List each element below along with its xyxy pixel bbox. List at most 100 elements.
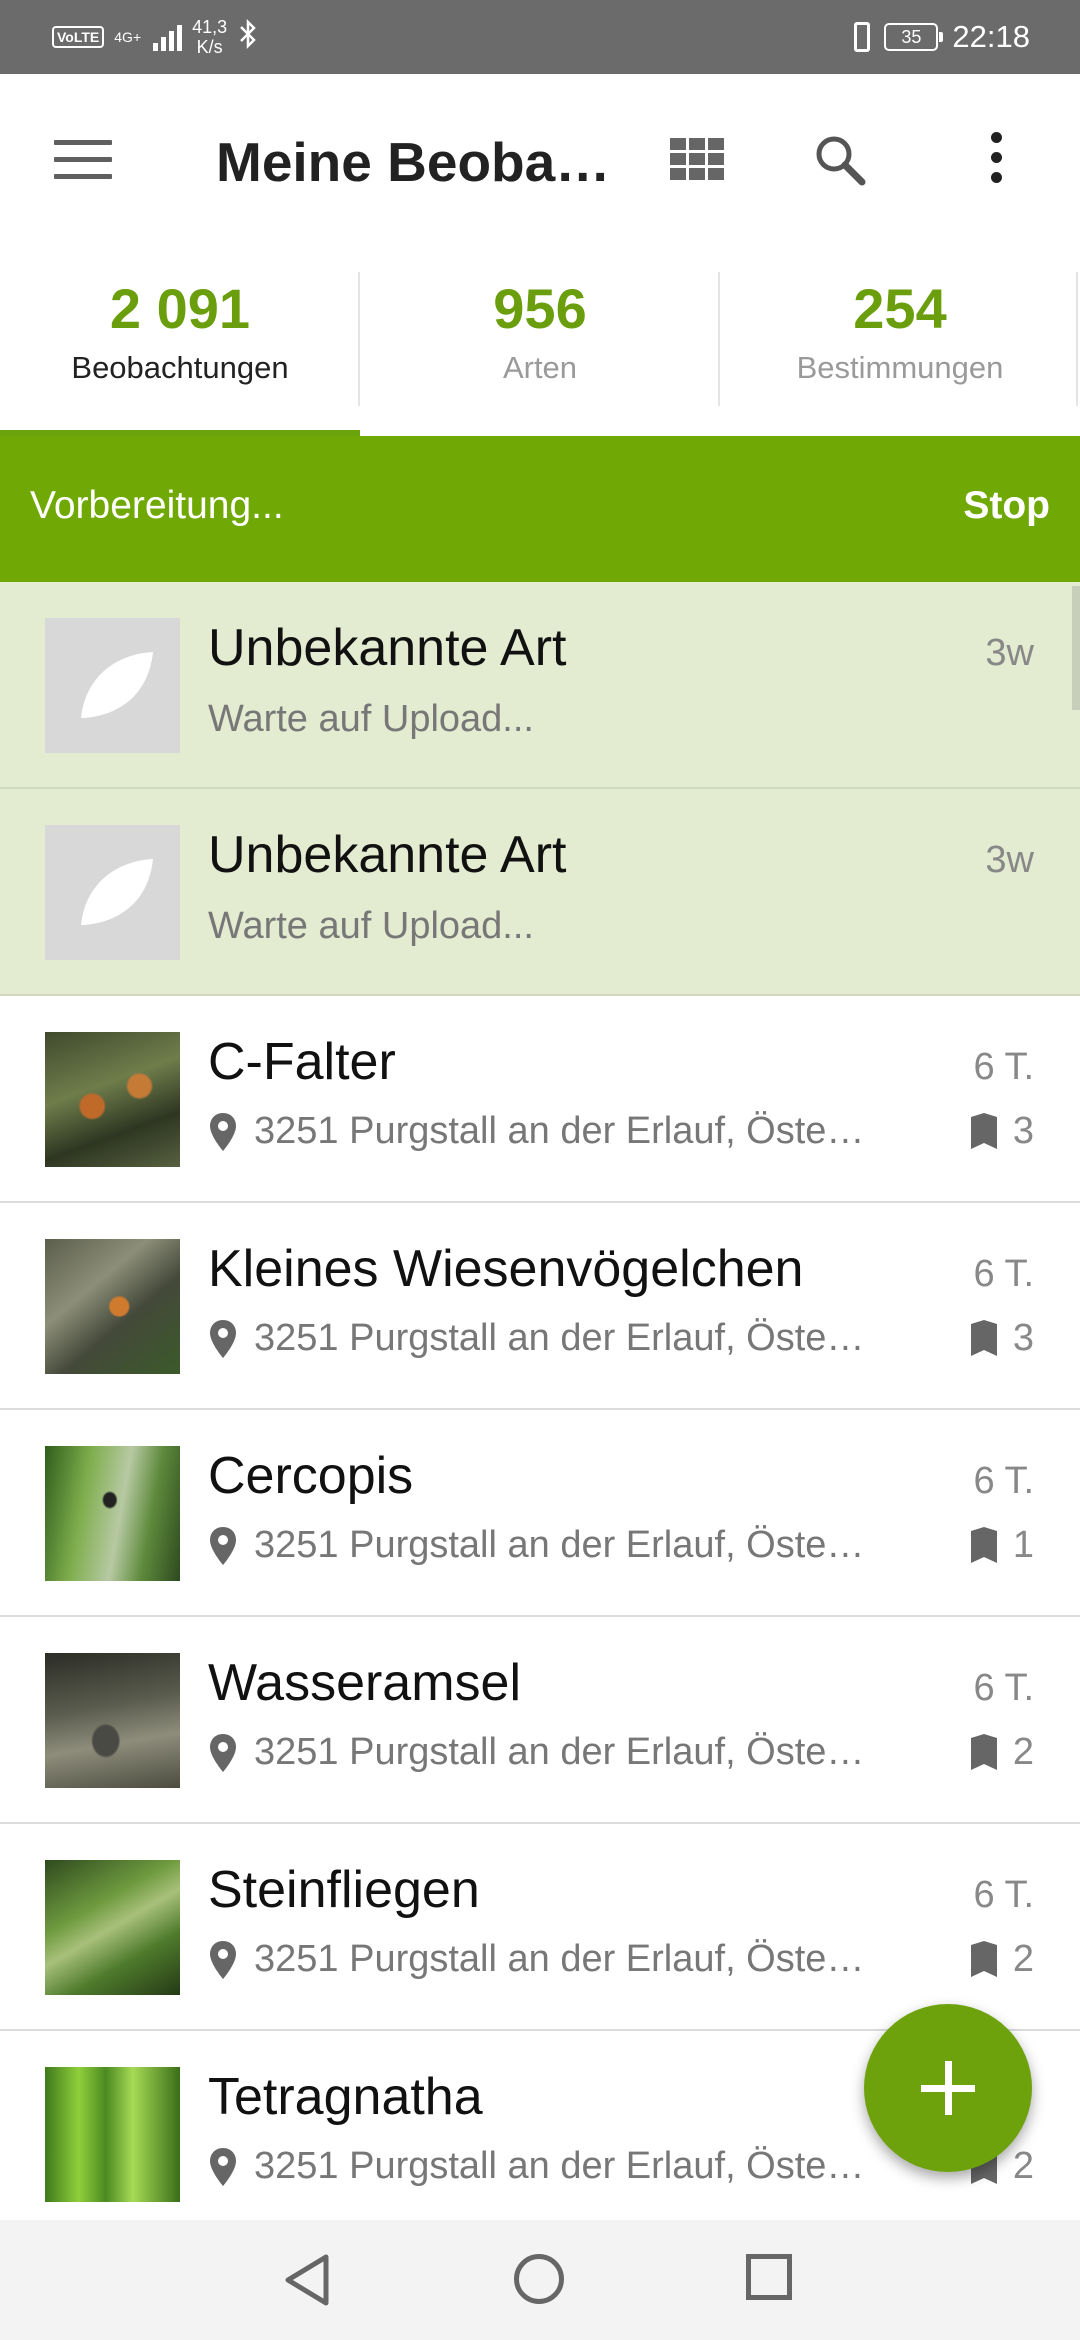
- observation-name: C-Falter: [208, 1033, 396, 1091]
- location-text: 3251 Purgstall an der Erlauf, Öste…: [254, 2145, 865, 2187]
- app-bar: Meine Beoba…: [0, 74, 1080, 242]
- bluetooth-icon: [237, 18, 259, 57]
- add-observation-button[interactable]: [864, 2004, 1032, 2172]
- system-nav-bar: [0, 2220, 1080, 2340]
- bookmark-icon: [969, 1940, 999, 1979]
- signal-icon: [153, 23, 183, 51]
- scrollbar[interactable]: [1072, 586, 1080, 710]
- network-speed-unit: K/s: [196, 37, 223, 57]
- observation-age: 6 T.: [973, 1046, 1034, 1088]
- bookmark-icon: [969, 1112, 999, 1151]
- observation-row[interactable]: Wasseramsel 3251 Purgstall an der Erlauf…: [0, 1617, 1080, 1824]
- location-text: 3251 Purgstall an der Erlauf, Öste…: [254, 1731, 865, 1773]
- observation-row[interactable]: Cercopis 3251 Purgstall an der Erlauf, Ö…: [0, 1410, 1080, 1617]
- identification-count-value: 2: [1012, 1938, 1034, 1980]
- observation-photo: [45, 1032, 180, 1167]
- identification-count: 2: [969, 1731, 1034, 1774]
- battery-icon: 35: [884, 23, 944, 51]
- observation-row[interactable]: Steinfliegen 3251 Purgstall an der Erlau…: [0, 1824, 1080, 2031]
- bookmark-icon: [969, 1733, 999, 1772]
- placeholder-leaf-icon: [45, 618, 180, 753]
- location-text: 3251 Purgstall an der Erlauf, Öste…: [254, 1938, 865, 1980]
- sync-status-text: Vorbereitung...: [30, 484, 284, 527]
- identifications-count: 254: [853, 277, 947, 340]
- observation-name: Unbekannte Art: [208, 826, 567, 884]
- stop-sync-button[interactable]: Stop: [963, 484, 1050, 528]
- identifications-label: Bestimmungen: [796, 350, 1004, 385]
- observations-label: Beobachtungen: [71, 350, 289, 385]
- tab-species[interactable]: 956 Arten: [360, 242, 720, 436]
- observation-name: Kleines Wiesenvögelchen: [208, 1240, 804, 1298]
- observation-row[interactable]: Kleines Wiesenvögelchen 3251 Purgstall a…: [0, 1203, 1080, 1410]
- observation-location: 3251 Purgstall an der Erlauf, Öste…: [208, 1317, 908, 1360]
- identification-count: 1: [969, 1524, 1034, 1567]
- observation-age: 3w: [985, 839, 1034, 881]
- plus-icon: [945, 2061, 952, 2115]
- species-count: 956: [493, 277, 587, 340]
- observations-list: Unbekannte Art Warte auf Upload... 3w Un…: [0, 582, 1080, 2220]
- observation-photo: [45, 2067, 180, 2202]
- placeholder-leaf-icon: [45, 825, 180, 960]
- location-pin-icon: [208, 1732, 238, 1774]
- back-icon[interactable]: [282, 2252, 334, 2313]
- upload-status: Warte auf Upload...: [208, 905, 534, 947]
- network-speed: 41,3 K/s: [192, 17, 227, 57]
- location-pin-icon: [208, 1318, 238, 1360]
- upload-status: Warte auf Upload...: [208, 698, 534, 740]
- stats-tabs: 2 091 Beobachtungen 956 Arten 254 Bestim…: [0, 242, 1080, 436]
- menu-icon[interactable]: [54, 140, 112, 180]
- observation-location: 3251 Purgstall an der Erlauf, Öste…: [208, 1524, 908, 1567]
- observation-age: 6 T.: [973, 1874, 1034, 1916]
- status-left: VoLTE 4G+ 41,3 K/s: [52, 12, 259, 62]
- species-label: Arten: [502, 350, 578, 385]
- identification-count: 3: [969, 1110, 1034, 1153]
- tab-observations[interactable]: 2 091 Beobachtungen: [0, 242, 360, 436]
- location-pin-icon: [208, 2146, 238, 2188]
- pending-observation-row[interactable]: Unbekannte Art Warte auf Upload... 3w: [0, 582, 1080, 789]
- observation-name: Steinfliegen: [208, 1861, 480, 1919]
- location-pin-icon: [208, 1939, 238, 1981]
- observation-location: 3251 Purgstall an der Erlauf, Öste…: [208, 1731, 908, 1774]
- identification-count-value: 3: [1012, 1110, 1034, 1152]
- identification-count-value: 1: [1012, 1524, 1034, 1566]
- bookmark-icon: [969, 1319, 999, 1358]
- bookmark-icon: [969, 1526, 999, 1565]
- observation-age: 6 T.: [973, 1460, 1034, 1502]
- tab-divider: [1076, 272, 1078, 406]
- page-title: Meine Beoba…: [216, 131, 611, 193]
- observation-name: Wasseramsel: [208, 1654, 522, 1712]
- vibrate-icon: [854, 22, 871, 52]
- observation-photo: [45, 1239, 180, 1374]
- observation-name: Unbekannte Art: [208, 619, 567, 677]
- more-options-icon[interactable]: [986, 132, 1006, 188]
- location-text: 3251 Purgstall an der Erlauf, Öste…: [254, 1110, 865, 1152]
- volte-icon: VoLTE: [52, 26, 105, 48]
- observation-age: 6 T.: [973, 1253, 1034, 1295]
- observation-location: 3251 Purgstall an der Erlauf, Öste…: [208, 1938, 908, 1981]
- observation-photo: [45, 1860, 180, 1995]
- recent-apps-icon[interactable]: [746, 2254, 792, 2300]
- location-text: 3251 Purgstall an der Erlauf, Öste…: [254, 1317, 865, 1359]
- observation-name: Cercopis: [208, 1447, 414, 1505]
- search-icon[interactable]: [810, 130, 870, 190]
- observation-photo: [45, 1653, 180, 1788]
- observations-count: 2 091: [109, 277, 251, 340]
- observation-location: 3251 Purgstall an der Erlauf, Öste…: [208, 2145, 908, 2188]
- location-pin-icon: [208, 1525, 238, 1567]
- observation-row[interactable]: C-Falter 3251 Purgstall an der Erlauf, Ö…: [0, 996, 1080, 1203]
- status-right: 35 22:18: [854, 12, 1030, 62]
- status-bar: VoLTE 4G+ 41,3 K/s 35 22:18: [0, 0, 1080, 74]
- tab-identifications[interactable]: 254 Bestimmungen: [720, 242, 1080, 436]
- location-pin-icon: [208, 1111, 238, 1153]
- sync-progress-bar: Vorbereitung... Stop: [0, 436, 1080, 582]
- observation-age: 3w: [985, 632, 1034, 674]
- location-text: 3251 Purgstall an der Erlauf, Öste…: [254, 1524, 865, 1566]
- identification-count-value: 2: [1012, 2145, 1034, 2187]
- observation-name: Tetragnatha: [208, 2068, 483, 2126]
- home-icon[interactable]: [514, 2254, 564, 2304]
- observation-location: 3251 Purgstall an der Erlauf, Öste…: [208, 1110, 908, 1153]
- clock: 22:18: [952, 19, 1030, 54]
- pending-observation-row[interactable]: Unbekannte Art Warte auf Upload... 3w: [0, 789, 1080, 996]
- grid-view-icon[interactable]: [670, 138, 724, 180]
- observation-photo: [45, 1446, 180, 1581]
